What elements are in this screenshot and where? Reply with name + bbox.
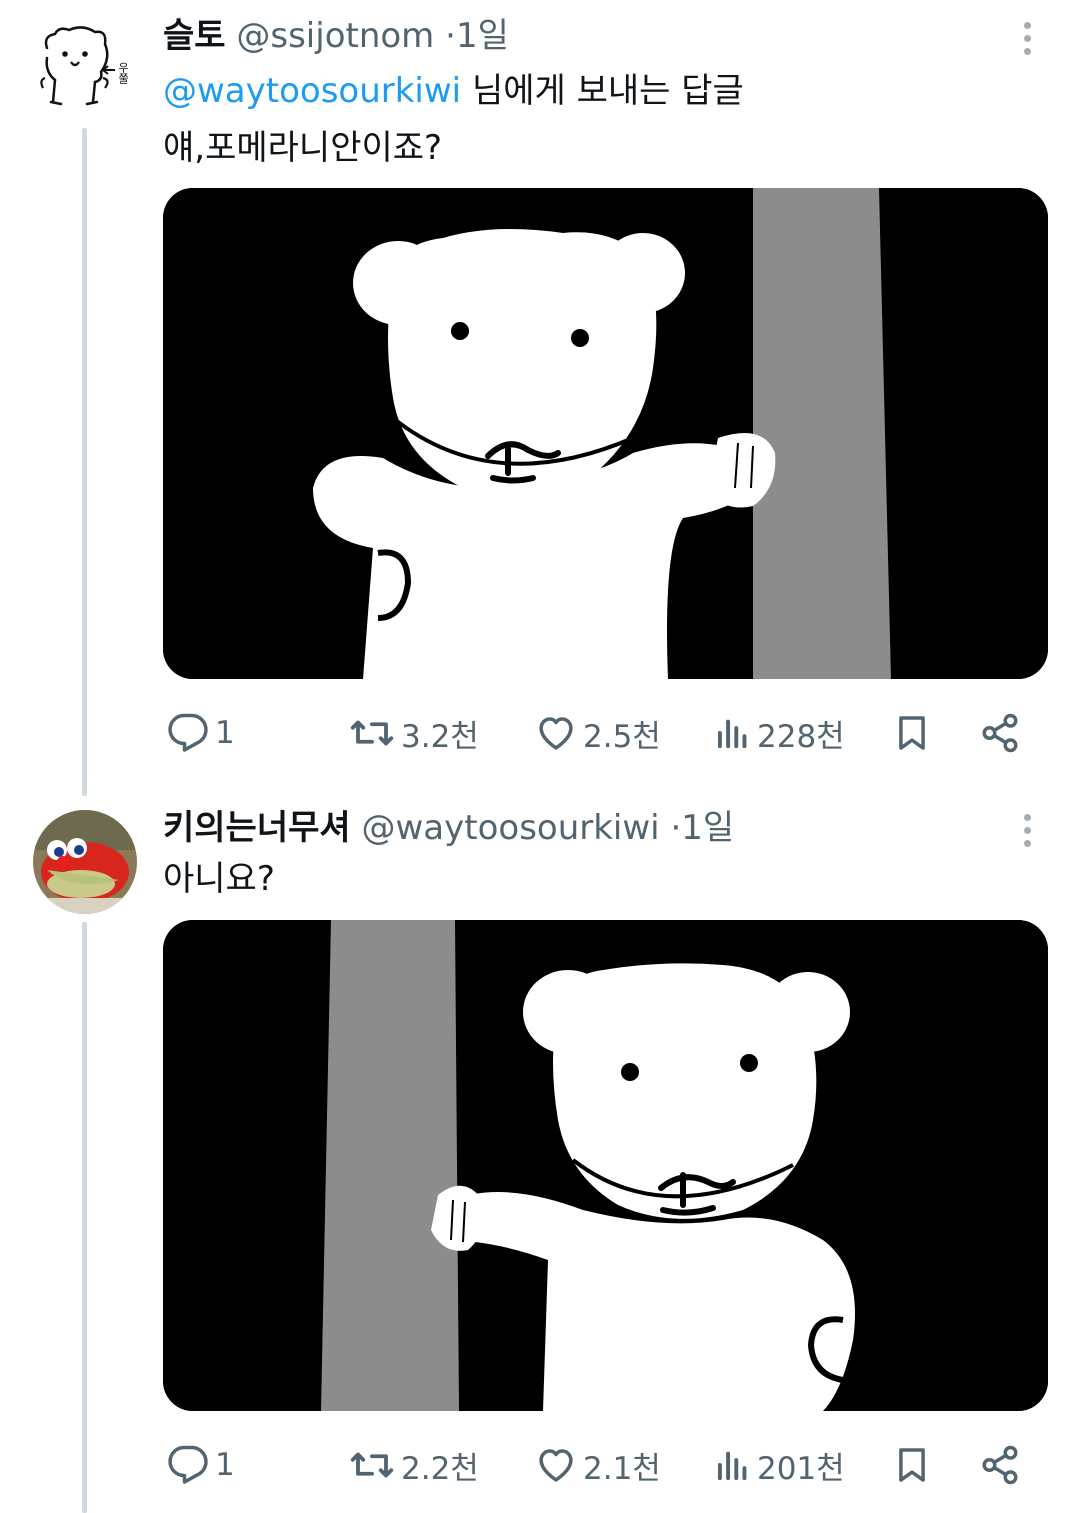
reply-mention-link[interactable]: @waytoosourkiwi	[163, 71, 461, 111]
tweet-1[interactable]: 우쭐 슬토 @ssijotnom ·1일 @waytoosourkiwi 님에게…	[0, 0, 1080, 790]
tweet-image[interactable]	[163, 188, 1048, 679]
retweet-icon	[350, 1452, 394, 1478]
more-icon[interactable]	[1012, 18, 1042, 58]
separator-dot: ·	[670, 808, 682, 848]
views-button[interactable]: 201천	[715, 1440, 845, 1490]
reply-count: 1	[215, 715, 235, 751]
heart-icon	[539, 1449, 573, 1482]
user-handle[interactable]: @ssijotnom	[236, 16, 434, 56]
tweet-image[interactable]	[163, 920, 1048, 1411]
tweet-header: 슬토 @ssijotnom ·1일	[163, 16, 509, 56]
views-icon	[717, 719, 747, 749]
avatar[interactable]	[33, 810, 137, 914]
avatar[interactable]: 우쭐	[33, 18, 137, 122]
reply-context: @waytoosourkiwi 님에게 보내는 답글	[163, 71, 744, 111]
share-button[interactable]	[979, 708, 1021, 758]
bookmark-button[interactable]	[893, 1440, 931, 1490]
like-button[interactable]: 2.1천	[535, 1440, 661, 1490]
share-icon	[982, 1445, 1018, 1485]
bookmark-icon	[899, 716, 925, 750]
reply-button[interactable]: 1	[167, 708, 235, 758]
user-handle[interactable]: @waytoosourkiwi	[362, 808, 660, 848]
views-button[interactable]: 228천	[715, 708, 845, 758]
heart-icon	[539, 717, 573, 750]
share-button[interactable]	[979, 1440, 1021, 1490]
retweet-button[interactable]: 2.2천	[349, 1440, 479, 1490]
reply-context-label: 님에게 보내는 답글	[461, 71, 744, 111]
reply-count: 1	[215, 1447, 235, 1483]
like-count: 2.5천	[583, 718, 661, 755]
like-count: 2.1천	[583, 1450, 661, 1487]
retweet-count: 3.2천	[401, 718, 479, 755]
bookmark-icon	[899, 1448, 925, 1482]
display-name[interactable]: 슬토	[163, 16, 226, 56]
tweet-actions: 1 2.2천 2.1천 201천	[163, 1440, 1043, 1490]
timestamp[interactable]: 1일	[456, 16, 509, 56]
more-icon[interactable]	[1012, 810, 1042, 850]
retweet-count: 2.2천	[401, 1450, 479, 1487]
tweet-text: 얘,포메라니안이죠?	[163, 128, 443, 168]
bookmark-button[interactable]	[893, 708, 931, 758]
retweet-icon	[350, 720, 394, 746]
views-count: 201천	[757, 1450, 845, 1487]
reply-button[interactable]: 1	[167, 1440, 235, 1490]
share-icon	[982, 713, 1018, 753]
views-count: 228천	[757, 718, 845, 755]
separator-dot: ·	[445, 16, 456, 56]
reply-icon	[168, 713, 208, 752]
display-name[interactable]: 키의는너무셔	[163, 808, 351, 848]
tweet-header: 키의는너무셔 @waytoosourkiwi ·1일	[163, 808, 734, 848]
avatar-caption: 우쭐	[117, 62, 130, 84]
tweet-actions: 1 3.2천 2.5천 228천	[163, 708, 1043, 758]
like-button[interactable]: 2.5천	[535, 708, 661, 758]
reply-icon	[168, 1445, 208, 1484]
tweet-text: 아니요?	[163, 859, 275, 899]
timestamp[interactable]: 1일	[681, 808, 734, 848]
retweet-button[interactable]: 3.2천	[349, 708, 479, 758]
tweet-2[interactable]: 키의는너무셔 @waytoosourkiwi ·1일 아니요? 1 2.2천 2…	[0, 790, 1080, 1513]
views-icon	[717, 1451, 747, 1481]
